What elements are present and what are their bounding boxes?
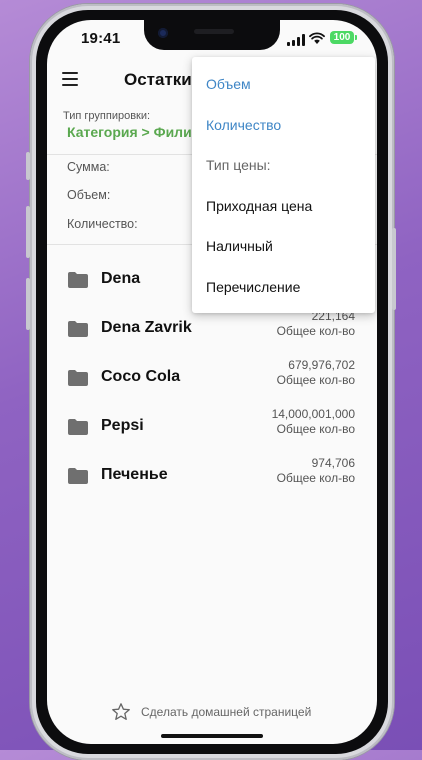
star-outline-icon (112, 703, 130, 720)
hamburger-icon[interactable] (62, 72, 78, 86)
item-name: Печенье (101, 466, 168, 483)
battery-indicator: 100 (330, 31, 354, 44)
notch (144, 20, 280, 50)
screen: 19:41 100 Остатки Тип группировки: Катег… (47, 20, 377, 744)
item-sub-label: Общее кол-во (276, 373, 355, 387)
camera-icon (158, 28, 168, 38)
menu-header-price-type: Тип цены: (206, 157, 271, 173)
item-name: Coco Cola (101, 368, 181, 385)
item-value: 974,706 (311, 456, 355, 470)
grouping-label: Тип группировки: (63, 110, 151, 122)
item-value: 14,000,001,000 (271, 407, 355, 421)
options-dropdown-menu: Объем Количество Тип цены: Приходная цен… (192, 57, 375, 313)
item-sub-label: Общее кол-во (276, 324, 355, 338)
sum-label: Сумма: (67, 160, 110, 174)
speaker-grille (194, 29, 234, 34)
set-home-page-label: Сделать домашней страницей (141, 705, 312, 719)
page-title: Остатки (124, 70, 192, 89)
list-item[interactable]: Печенье 974,706 Общее кол-во (47, 454, 377, 502)
folder-icon (68, 419, 88, 435)
menu-item-transfer[interactable]: Перечисление (206, 279, 300, 295)
menu-item-volume[interactable]: Объем (206, 76, 251, 92)
wifi-icon (309, 32, 325, 44)
menu-item-cash[interactable]: Наличный (206, 238, 273, 254)
folder-icon (68, 468, 88, 484)
volume-up-button (26, 206, 30, 258)
item-sub-label: Общее кол-во (276, 422, 355, 436)
folder-icon (68, 370, 88, 386)
silent-switch (26, 152, 30, 180)
volume-label: Объем: (67, 188, 111, 202)
list-item[interactable]: Coco Cola 679,976,702 Общее кол-во (47, 356, 377, 404)
item-name: Dena (101, 270, 141, 287)
signal-bars-icon (287, 34, 305, 46)
item-sub-label: Общее кол-во (276, 471, 355, 485)
item-name: Pepsi (101, 417, 144, 434)
menu-item-purchase-price[interactable]: Приходная цена (206, 198, 312, 214)
folder-icon (68, 321, 88, 337)
quantity-label: Количество: (67, 217, 138, 231)
grouping-value[interactable]: Категория > Филиал (67, 124, 208, 140)
battery-tip (355, 35, 357, 40)
power-button (392, 228, 396, 310)
menu-item-quantity[interactable]: Количество (206, 117, 281, 133)
volume-down-button (26, 278, 30, 330)
home-indicator (161, 734, 263, 738)
item-name: Dena Zavrik (101, 319, 192, 336)
list-item[interactable]: Dena Zavrik 221,164 Общее кол-во (47, 307, 377, 355)
set-home-page-button[interactable]: Сделать домашней страницей (47, 700, 377, 726)
status-time: 19:41 (81, 30, 121, 47)
folder-icon (68, 272, 88, 288)
item-value: 679,976,702 (288, 358, 355, 372)
list-item[interactable]: Pepsi 14,000,001,000 Общее кол-во (47, 405, 377, 453)
